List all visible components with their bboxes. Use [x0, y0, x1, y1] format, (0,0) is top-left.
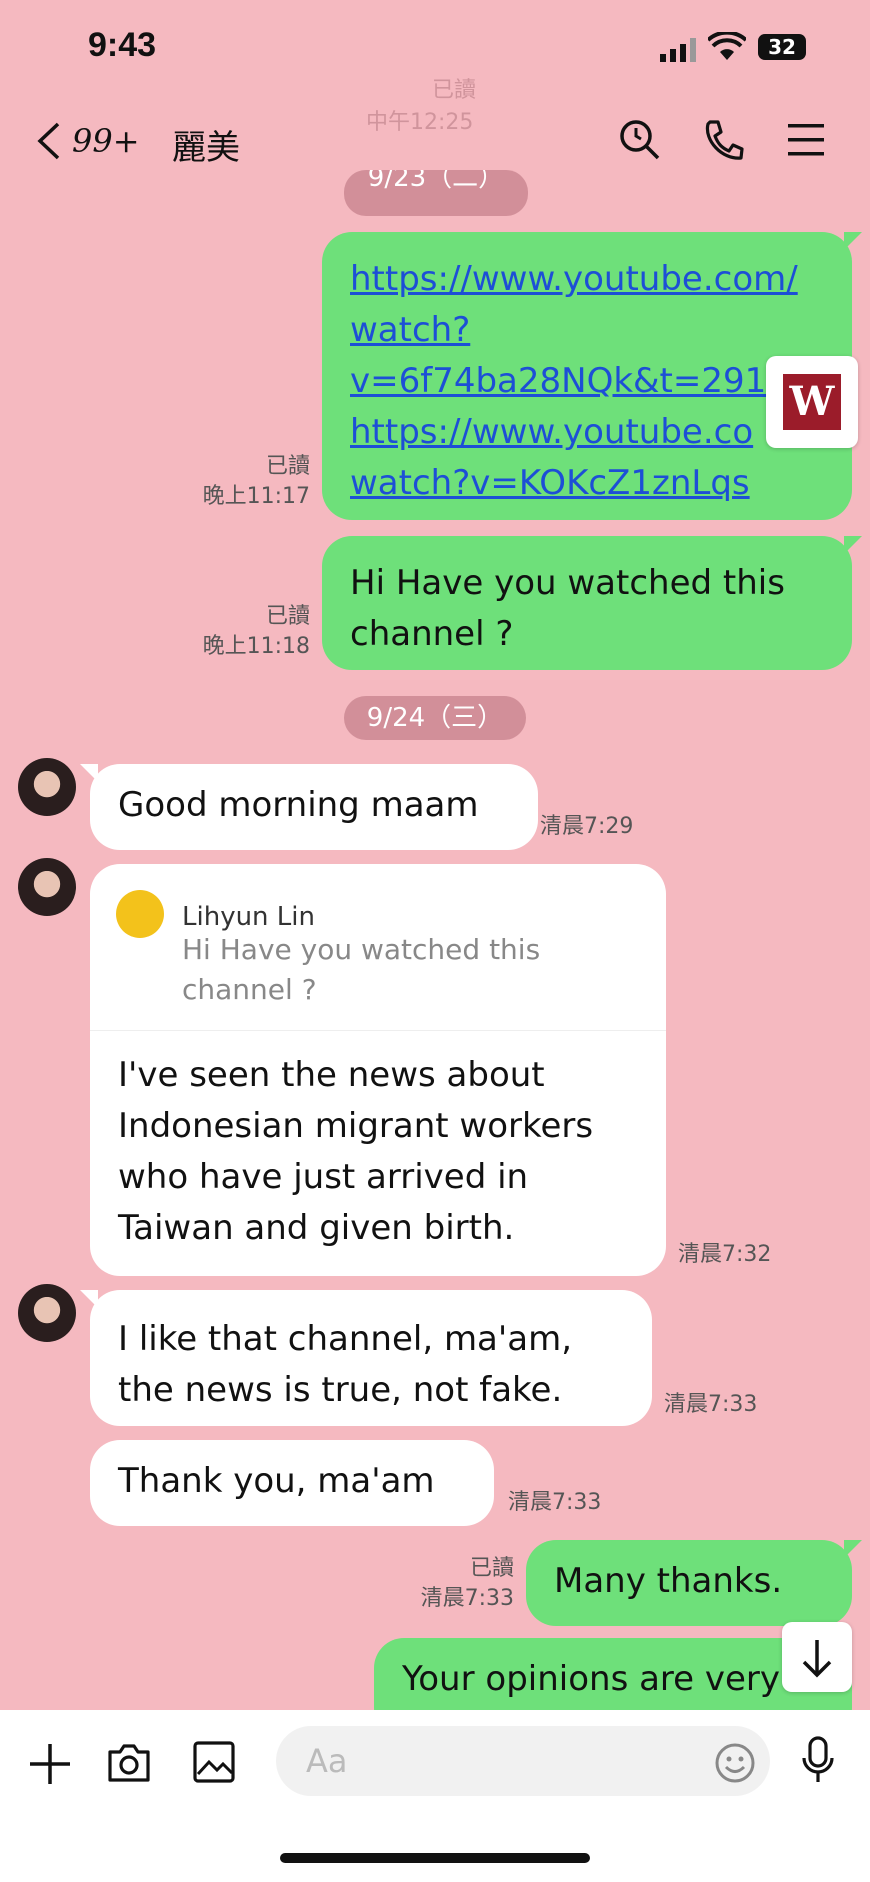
- read-label: 已讀: [469, 1556, 514, 1581]
- date-divider: 9/24（三）: [344, 696, 526, 740]
- wifi-icon: [706, 30, 748, 66]
- message-text: I've seen the news about Indonesian migr…: [118, 1055, 594, 1248]
- message-text: Many thanks.: [554, 1561, 783, 1601]
- search-icon[interactable]: [618, 118, 662, 166]
- link-preview-thumbnail[interactable]: W: [766, 356, 858, 448]
- message-input-placeholder: Aa: [306, 1742, 348, 1780]
- received-message[interactable]: Good morning maam: [80, 764, 538, 850]
- quoted-text: Hi Have you watched this channel ?: [182, 933, 541, 1006]
- arrow-down-icon: [802, 1640, 832, 1678]
- message-time: 清晨7:29: [540, 814, 634, 839]
- faint-time-label: 中午12:25: [366, 110, 474, 135]
- message-text: Your opinions are very: [402, 1659, 781, 1699]
- quoted-reply[interactable]: Lihyun Lin Hi Have you watched this chan…: [90, 864, 666, 1031]
- message-time: 清晨7:33: [508, 1490, 602, 1515]
- received-reply-message[interactable]: Lihyun Lin Hi Have you watched this chan…: [90, 864, 666, 1276]
- date-divider-text: 9/23（二）: [367, 170, 505, 193]
- quoted-avatar: [116, 890, 164, 938]
- date-divider: 9/23（二）: [344, 170, 528, 216]
- image-icon[interactable]: [192, 1740, 236, 1788]
- microphone-icon[interactable]: [800, 1736, 836, 1790]
- message-text: Good morning maam: [118, 785, 479, 825]
- plus-icon[interactable]: [28, 1742, 72, 1790]
- signal-icon: [660, 38, 696, 66]
- contact-name[interactable]: 麗美: [172, 120, 240, 169]
- message-text: I like that channel, ma'am, the news is …: [118, 1319, 573, 1410]
- w-logo-icon: W: [783, 374, 841, 430]
- camera-icon[interactable]: [106, 1740, 152, 1788]
- sent-message[interactable]: Many thanks.: [526, 1540, 862, 1626]
- battery-icon: 32: [758, 34, 806, 60]
- unread-count[interactable]: 99+: [72, 122, 140, 160]
- status-time: 9:43: [88, 26, 157, 64]
- message-text: Thank you, ma'am: [118, 1461, 435, 1501]
- message-time: 晚上11:17: [202, 484, 310, 509]
- back-icon[interactable]: [34, 120, 64, 166]
- message-time: 清晨7:33: [664, 1392, 758, 1417]
- faint-read-label: 已讀: [432, 78, 477, 103]
- link-text[interactable]: watch?: [350, 305, 850, 356]
- avatar[interactable]: [18, 1284, 76, 1342]
- received-message[interactable]: Thank you, ma'am: [90, 1440, 494, 1526]
- date-divider-text: 9/24（三）: [366, 703, 504, 733]
- avatar[interactable]: [18, 858, 76, 916]
- sent-message[interactable]: Hi Have you watched this channel ?: [322, 536, 862, 670]
- link-text[interactable]: https://www.youtube.com/: [350, 254, 850, 305]
- home-indicator: [280, 1853, 590, 1863]
- read-receipt: 已讀 清晨7:33: [400, 1554, 514, 1614]
- phone-icon[interactable]: [702, 118, 744, 166]
- received-message[interactable]: I like that channel, ma'am, the news is …: [80, 1290, 652, 1426]
- read-label: 已讀: [265, 454, 310, 479]
- avatar[interactable]: [18, 758, 76, 816]
- read-label: 已讀: [265, 604, 310, 629]
- read-receipt: 已讀 晚上11:17: [190, 452, 310, 512]
- scroll-to-bottom-button[interactable]: [782, 1622, 852, 1692]
- read-receipt: 已讀 晚上11:18: [190, 602, 310, 662]
- emoji-icon[interactable]: [714, 1742, 756, 1788]
- message-text: Hi Have you watched this channel ?: [350, 563, 785, 654]
- message-time: 清晨7:32: [678, 1242, 772, 1267]
- message-input[interactable]: Aa: [276, 1726, 770, 1796]
- menu-icon[interactable]: [788, 124, 824, 160]
- battery-level: 32: [768, 35, 796, 59]
- message-time: 晚上11:18: [202, 634, 310, 659]
- message-time: 清晨7:33: [420, 1586, 514, 1611]
- link-text[interactable]: watch?v=KOKcZ1znLqs: [350, 458, 850, 509]
